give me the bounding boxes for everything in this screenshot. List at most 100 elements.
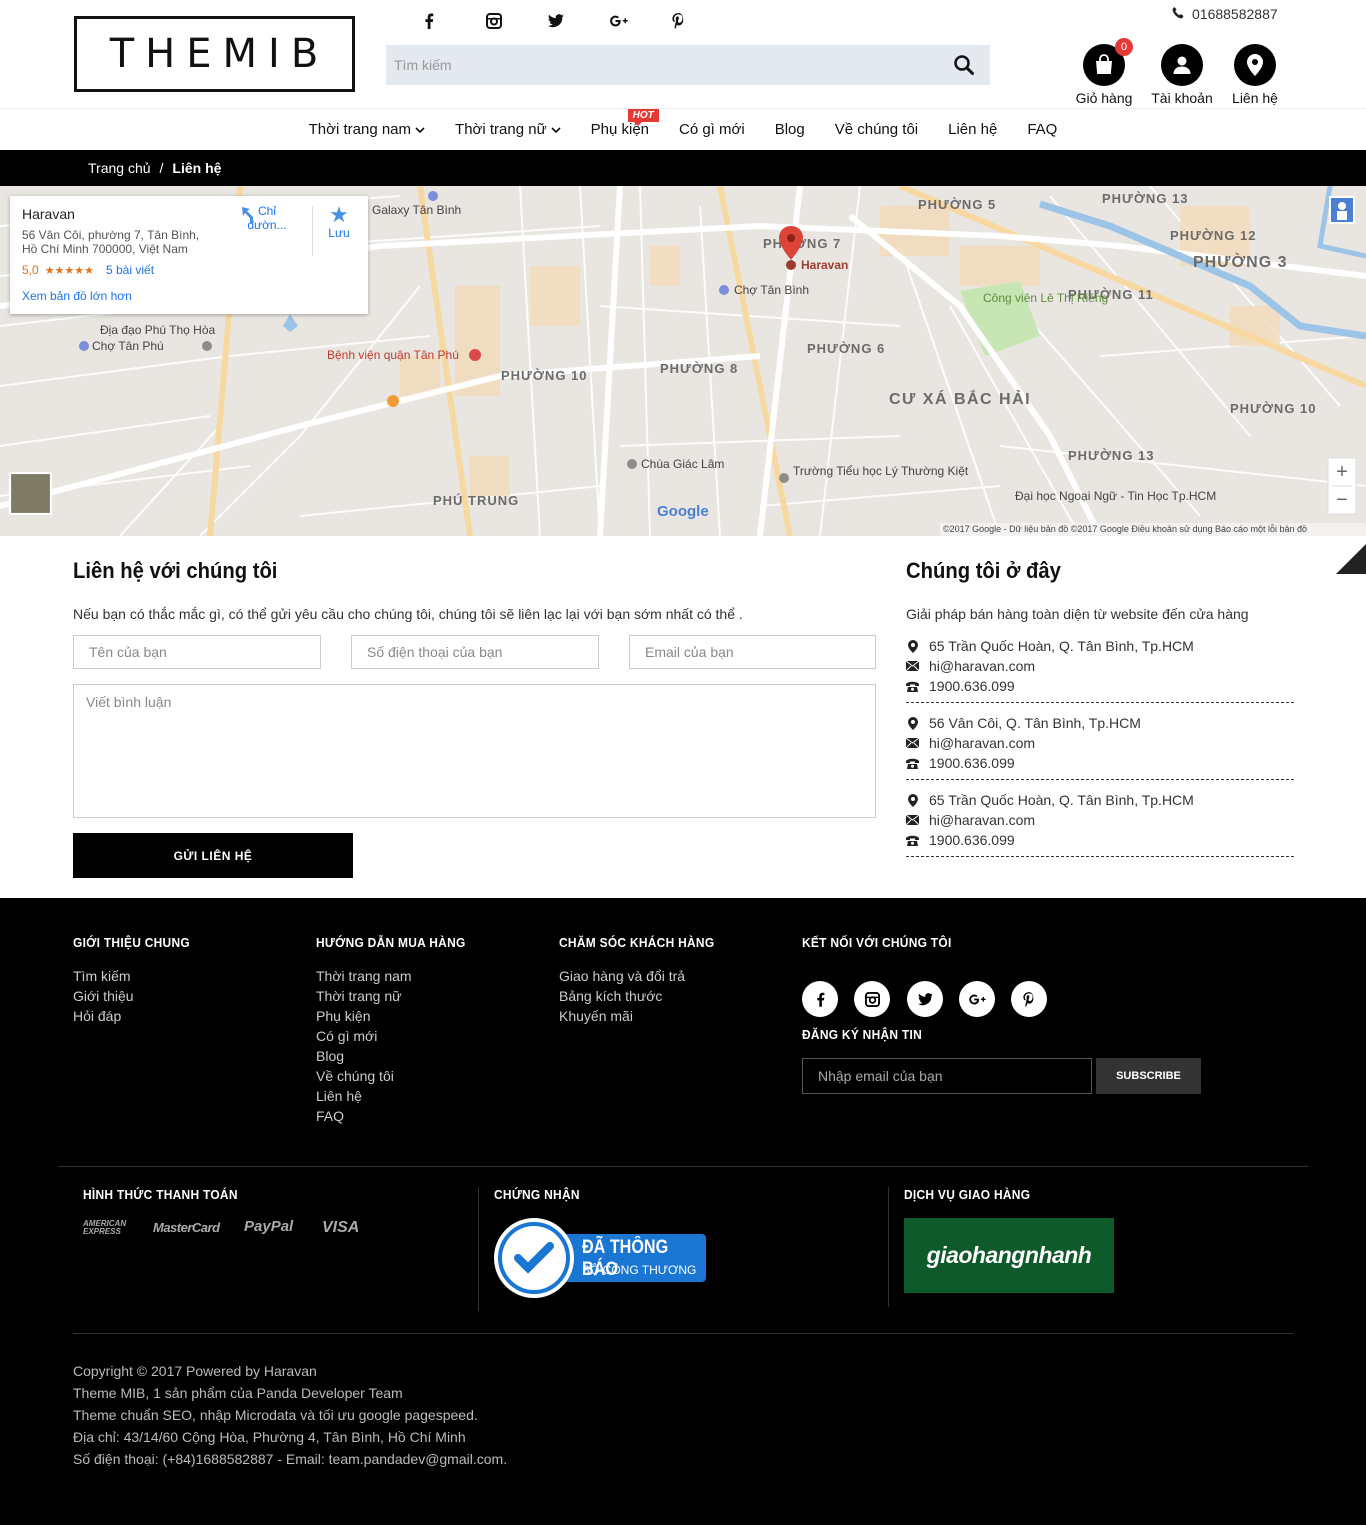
google-map[interactable]: PHƯỜNG 5 PHƯỜNG 13 PHƯỜNG 12 PHƯỜNG 3 PH…: [0, 186, 1366, 536]
envelope-icon: [906, 661, 919, 671]
back-to-top-corner-icon[interactable]: [1336, 544, 1366, 574]
pinterest-icon[interactable]: [672, 10, 734, 32]
instagram-icon[interactable]: [854, 981, 890, 1017]
svg-text:PHƯỜNG 13: PHƯỜNG 13: [1068, 448, 1155, 463]
cart-button[interactable]: 0 Giỏ hàng: [1075, 38, 1133, 106]
search-bar: [386, 45, 990, 85]
bigger-map-link[interactable]: Xem bản đồ lớn hơn: [22, 289, 132, 303]
footer-link[interactable]: Blog: [316, 1046, 412, 1066]
envelope-icon: [906, 815, 919, 825]
breadcrumb-home[interactable]: Trang chủ: [88, 160, 151, 176]
branch-address: 65 Trần Quốc Hoàn, Q. Tân Bình, Tp.HCM: [929, 792, 1194, 808]
footer-col-about: Tìm kiếm Giới thiệu Hỏi đáp: [73, 966, 134, 1026]
svg-text:PHƯỜNG 6: PHƯỜNG 6: [807, 341, 885, 356]
satellite-toggle[interactable]: [10, 473, 51, 514]
footer-link[interactable]: Về chúng tôi: [316, 1066, 412, 1086]
envelope-icon: [906, 738, 919, 748]
nav-item-about[interactable]: Về chúng tôi: [820, 121, 933, 138]
phone-icon: [906, 835, 919, 846]
directions-button[interactable]: Chỉ đườn...: [238, 204, 296, 232]
branch-email[interactable]: hi@haravan.com: [929, 658, 1035, 674]
instagram-icon[interactable]: [486, 10, 548, 32]
cert-title: CHỨNG NHẬN: [494, 1187, 580, 1202]
google-plus-icon[interactable]: [610, 10, 672, 32]
footer-link[interactable]: Thời trang nam: [316, 966, 412, 986]
save-place-button[interactable]: ★ Lưu: [320, 204, 358, 241]
rating-value: 5,0: [22, 263, 39, 277]
zoom-out-button[interactable]: −: [1328, 486, 1356, 514]
street-view-icon[interactable]: [1329, 196, 1355, 224]
branch-email[interactable]: hi@haravan.com: [929, 735, 1035, 751]
pinterest-icon[interactable]: [1011, 981, 1047, 1017]
branch-phone: 1900.636.099: [929, 755, 1015, 771]
breadcrumb-current: Liên hệ: [172, 160, 222, 176]
newsletter-title: ĐĂNG KÝ NHẬN TIN: [802, 1027, 923, 1042]
footer-link[interactable]: Giới thiệu: [73, 986, 134, 1006]
rating-stars-icon: ★★★★★: [44, 264, 94, 277]
footer-link[interactable]: Khuyến mãi: [559, 1006, 685, 1026]
locations-panel: Chúng tôi ở đây Giải pháp bán hàng toàn …: [906, 558, 1294, 857]
footer-link[interactable]: Liên hệ: [316, 1086, 412, 1106]
nav-item-accessories[interactable]: Phụ kiện HOT: [576, 109, 664, 138]
phone-icon: [906, 758, 919, 769]
copyright-line: Copyright © 2017 Powered by Haravan: [73, 1363, 317, 1379]
google-plus-icon[interactable]: [959, 981, 995, 1017]
subscribe-button[interactable]: SUBSCRIBE: [1096, 1058, 1201, 1094]
nav-item-whats-new[interactable]: Có gì mới: [664, 121, 760, 138]
online-gov-certification-badge[interactable]: ĐÃ THÔNG BÁO BỘ CÔNG THƯƠNG: [494, 1218, 706, 1298]
nav-item-men[interactable]: Thời trang nam: [294, 121, 440, 138]
facebook-icon[interactable]: [802, 981, 838, 1017]
zoom-in-button[interactable]: +: [1328, 458, 1356, 486]
amex-logo: AMERICAN EXPRESS: [83, 1219, 127, 1236]
send-contact-button[interactable]: GỬI LIÊN HỆ: [73, 833, 353, 878]
phone-icon: [1172, 6, 1184, 22]
svg-text:PHƯỜNG 13: PHƯỜNG 13: [1102, 191, 1189, 206]
copyright-line: Địa chỉ: 43/14/60 Cộng Hòa, Phường 4, Tâ…: [73, 1429, 466, 1445]
locations-subtitle: Giải pháp bán hàng toàn diện từ website …: [906, 606, 1249, 622]
cert-sub-text: BỘ CÔNG THƯƠNG: [582, 1263, 697, 1277]
contact-form-description: Nếu bạn có thắc mắc gì, có thể gửi yêu c…: [73, 606, 743, 622]
footer-link[interactable]: Hỏi đáp: [73, 1006, 134, 1026]
twitter-icon[interactable]: [907, 981, 943, 1017]
footer-link[interactable]: Thời trang nữ: [316, 986, 412, 1006]
branch-email[interactable]: hi@haravan.com: [929, 812, 1035, 828]
nav-item-blog[interactable]: Blog: [760, 121, 820, 138]
svg-text:PHƯỜNG 12: PHƯỜNG 12: [1170, 228, 1257, 243]
svg-text:PHƯỜNG 10: PHƯỜNG 10: [501, 368, 588, 383]
account-button[interactable]: Tài khoản: [1150, 44, 1214, 106]
paypal-logo: PayPal: [244, 1218, 294, 1235]
map-marker-icon: [906, 793, 919, 807]
locations-title: Chúng tôi ở đây: [906, 558, 1061, 583]
email-input[interactable]: [629, 635, 876, 669]
twitter-icon[interactable]: [548, 10, 610, 32]
footer-link[interactable]: FAQ: [316, 1106, 412, 1126]
hotline-number[interactable]: 01688582887: [1192, 6, 1278, 22]
hot-badge: HOT: [627, 109, 659, 126]
cart-count-badge: 0: [1115, 38, 1133, 56]
phone-input[interactable]: [351, 635, 599, 669]
reviews-link[interactable]: 5 bài viết: [106, 263, 154, 277]
comment-textarea[interactable]: [73, 684, 876, 818]
search-icon[interactable]: [938, 45, 990, 85]
facebook-icon[interactable]: [424, 10, 486, 32]
footer-link[interactable]: Bảng kích thước: [559, 986, 685, 1006]
search-input[interactable]: [386, 45, 938, 85]
payment-title: HÌNH THỨC THANH TOÁN: [83, 1187, 238, 1202]
footer-link[interactable]: Tìm kiếm: [73, 966, 134, 986]
logo[interactable]: THEMIB: [74, 16, 355, 92]
footer-link[interactable]: Có gì mới: [316, 1026, 412, 1046]
giaohangnhanh-logo[interactable]: giaohangnhanh: [904, 1218, 1114, 1293]
newsletter-email-input[interactable]: [802, 1058, 1092, 1094]
contact-button[interactable]: Liên hệ: [1228, 44, 1282, 106]
footer-link[interactable]: Giao hàng và đổi trả: [559, 966, 685, 986]
footer-col-guide: Thời trang nam Thời trang nữ Phụ kiện Có…: [316, 966, 412, 1126]
name-input[interactable]: [73, 635, 321, 669]
nav-item-women[interactable]: Thời trang nữ: [440, 121, 576, 138]
chevron-down-icon: [415, 121, 425, 138]
footer-link[interactable]: Phụ kiện: [316, 1006, 412, 1026]
contact-label: Liên hệ: [1232, 90, 1278, 106]
branch-item: 65 Trần Quốc Hoàn, Q. Tân Bình, Tp.HCM h…: [906, 630, 1294, 703]
nav-item-contact[interactable]: Liên hệ: [933, 121, 1012, 138]
nav-item-faq[interactable]: FAQ: [1012, 121, 1072, 138]
footer-col-about-title: GIỚI THIỆU CHUNG: [73, 935, 190, 950]
